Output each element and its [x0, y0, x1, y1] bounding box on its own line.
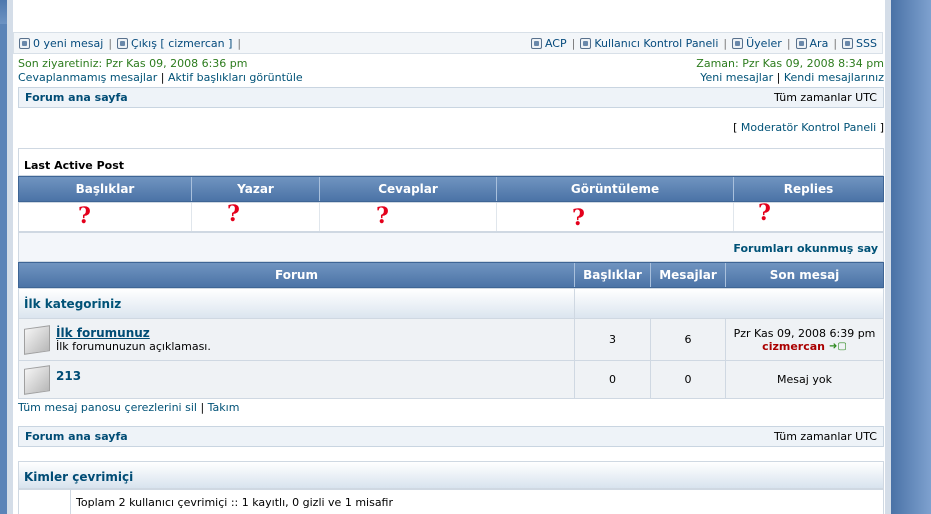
col-topics: Başlıklar — [575, 263, 651, 287]
forum-title-link[interactable]: 213 — [56, 369, 81, 383]
header-toolbar: 0 yeni mesaj | Çıkış [ cizmercan ] | ACP… — [13, 32, 883, 54]
goto-last-post-icon[interactable]: ➜▢ — [829, 341, 847, 352]
forum-row: İlk forumunuz İlk forumunuzun açıklaması… — [18, 319, 884, 361]
who-is-online-row: Toplam 2 kullanıcı çevrimiçi :: 1 kayıtl… — [18, 489, 884, 514]
forum-topics-count: 3 — [575, 319, 651, 360]
col-views: Görüntüleme — [497, 177, 734, 201]
forum-description: İlk forumunuzun açıklaması. — [56, 340, 211, 353]
team-link[interactable]: Takım — [208, 401, 240, 414]
forum-home-link[interactable]: Forum ana sayfa — [25, 430, 128, 443]
forum-table-header: Forum Başlıklar Mesajlar Son mesaj — [18, 262, 884, 288]
col-author: Yazar — [192, 177, 320, 201]
members-link[interactable]: Üyeler — [727, 37, 787, 50]
acp-link[interactable]: ACP — [526, 37, 572, 50]
logout-link[interactable]: Çıkış [ cizmercan ] — [112, 37, 237, 50]
col-last-post: Son mesaj — [769, 268, 840, 282]
search-links-right: Yeni mesajlar | Kendi mesajlarınız — [700, 71, 884, 84]
timezone-text: Tüm zamanlar UTC — [774, 91, 877, 104]
last-visit-text: Son ziyaretiniz: Pzr Kas 09, 2008 6:36 p… — [18, 57, 248, 70]
last-active-row — [18, 202, 884, 232]
col-replies-en: Replies — [783, 182, 834, 196]
message-icon — [19, 37, 30, 49]
col-forum: Forum — [19, 263, 575, 287]
forum-topics-count: 0 — [575, 361, 651, 398]
mark-forums-read-link[interactable]: Forumları okunmuş say — [733, 242, 878, 255]
question-mark-annotation: ? — [758, 200, 771, 226]
search-link[interactable]: Ara — [791, 37, 834, 50]
forum-home-link[interactable]: Forum ana sayfa — [25, 91, 128, 104]
breadcrumb-top: Forum ana sayfa Tüm zamanlar UTC — [18, 87, 884, 108]
new-messages-link[interactable]: 0 yeni mesaj — [14, 37, 108, 50]
question-mark-annotation: ? — [227, 201, 240, 227]
faq-link[interactable]: SSS — [837, 37, 882, 50]
help-icon — [842, 37, 854, 49]
mark-forums-read-row: Forumları okunmuş say — [18, 232, 884, 262]
search-links-left: Cevaplanmamış mesajlar | Aktif başlıklar… — [18, 71, 303, 84]
separator: | — [237, 36, 242, 50]
forum-last-post: Pzr Kas 09, 2008 6:39 pm cizmercan ➜▢ — [726, 319, 883, 360]
footer-links: Tüm mesaj panosu çerezlerini sil | Takım — [18, 401, 240, 414]
question-mark-annotation: ? — [78, 203, 91, 229]
category-row: İlk kategoriniz — [18, 288, 884, 319]
mcp-link[interactable]: Moderatör Kontrol Paneli — [741, 121, 876, 134]
search-icon — [795, 37, 807, 49]
forum-read-icon — [24, 364, 50, 395]
members-list-icon — [732, 37, 744, 49]
question-mark-annotation: ? — [376, 203, 389, 229]
active-topics-link[interactable]: Aktif başlıkları görüntüle — [168, 71, 303, 84]
who-is-online-title: Kimler çevrimiçi — [18, 461, 884, 489]
col-topics: Başlıklar — [19, 177, 192, 201]
new-posts-link[interactable]: Yeni mesajlar — [700, 71, 773, 84]
logout-icon — [117, 37, 129, 49]
last-post-user-link[interactable]: cizmercan — [762, 340, 825, 353]
forum-title-link[interactable]: İlk forumunuz — [56, 326, 211, 340]
last-active-title: Last Active Post — [18, 148, 884, 176]
delete-cookies-link[interactable]: Tüm mesaj panosu çerezlerini sil — [18, 401, 197, 414]
forum-row: 213 0 0 Mesaj yok — [18, 361, 884, 399]
page-right-background — [891, 0, 931, 514]
col-replies: Cevaplar — [320, 177, 497, 201]
ucp-link[interactable]: Kullanıcı Kontrol Paneli — [575, 37, 723, 50]
user-icon — [580, 37, 592, 49]
category-link[interactable]: İlk kategoriniz — [24, 297, 121, 311]
forum-posts-count: 0 — [651, 361, 726, 398]
admin-icon — [530, 37, 542, 49]
unanswered-link[interactable]: Cevaplanmamış mesajlar — [18, 71, 157, 84]
forum-posts-count: 6 — [651, 319, 726, 360]
mcp-link-wrapper: [ Moderatör Kontrol Paneli ] — [733, 121, 884, 134]
last-active-header: Başlıklar Yazar Cevaplar Görüntüleme Rep… — [18, 176, 884, 202]
own-posts-link[interactable]: Kendi mesajlarınız — [784, 71, 884, 84]
col-posts: Mesajlar — [651, 263, 726, 287]
breadcrumb-bottom: Forum ana sayfa Tüm zamanlar UTC — [18, 426, 884, 447]
timezone-text: Tüm zamanlar UTC — [774, 430, 877, 443]
forum-last-post-empty: Mesaj yok — [777, 373, 832, 386]
forum-read-icon — [24, 324, 50, 355]
last-post-date: Pzr Kas 09, 2008 6:39 pm — [733, 326, 876, 340]
current-time-text: Zaman: Pzr Kas 09, 2008 8:34 pm — [696, 57, 884, 70]
question-mark-annotation: ? — [572, 205, 585, 231]
online-summary: Toplam 2 kullanıcı çevrimiçi :: 1 kayıtl… — [76, 496, 394, 509]
